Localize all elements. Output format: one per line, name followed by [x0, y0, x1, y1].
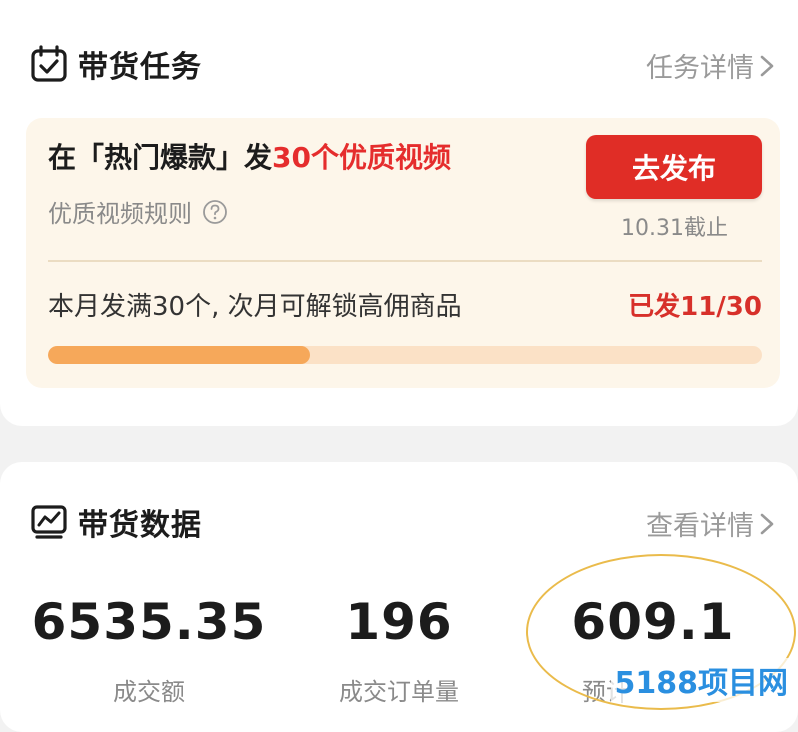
stat-label: 成交订单量	[339, 678, 459, 706]
sent-count: 已发11/30	[628, 292, 762, 322]
task-divider	[48, 260, 762, 262]
data-details-link[interactable]: 查看详情	[646, 504, 776, 543]
stat-label: 成交额	[113, 678, 185, 706]
stat-value: 196	[345, 593, 453, 651]
stat-value: 6535.35	[31, 593, 267, 651]
deadline-text: 10.31截止	[621, 216, 728, 241]
publish-button[interactable]: 去发布	[586, 135, 762, 199]
task-progress-bar	[48, 346, 762, 364]
stat-gmv[interactable]: 6535.35 成交额	[16, 592, 282, 707]
task-description-highlight: 30个优质视频	[272, 141, 451, 174]
task-details-link[interactable]: 任务详情	[646, 46, 776, 85]
watermark-logo: 5188项目网	[610, 658, 792, 702]
data-details-label: 查看详情	[646, 511, 754, 542]
chevron-right-icon	[760, 55, 774, 76]
stat-orders[interactable]: 196 成交订单量	[266, 592, 532, 707]
unlock-hint: 本月发满30个, 次月可解锁高佣商品	[48, 292, 462, 322]
chevron-right-icon	[760, 513, 774, 534]
task-details-label: 任务详情	[646, 53, 754, 84]
task-section-title: 带货任务	[78, 50, 202, 85]
calendar-check-icon	[31, 45, 67, 82]
task-progress-fill	[48, 346, 311, 364]
task-description-prefix: 在「热门爆款」发	[48, 141, 273, 174]
trend-chart-icon	[31, 505, 67, 539]
task-description: 在「热门爆款」发30个优质视频	[48, 136, 451, 176]
video-rules-label: 优质视频规则	[48, 200, 192, 228]
data-section-title: 带货数据	[78, 508, 202, 543]
task-card: 带货任务 任务详情 在「热门爆款」发30个优质视频 优质视频规则 去发布 10.…	[0, 0, 798, 426]
task-panel: 在「热门爆款」发30个优质视频 优质视频规则 去发布 10.31截止 本月发满3…	[26, 118, 780, 388]
data-section-header: 带货数据	[30, 500, 202, 544]
task-section-header: 带货任务	[30, 42, 202, 86]
video-rules-link[interactable]: 优质视频规则	[48, 194, 228, 229]
question-circle-icon[interactable]	[202, 199, 228, 225]
